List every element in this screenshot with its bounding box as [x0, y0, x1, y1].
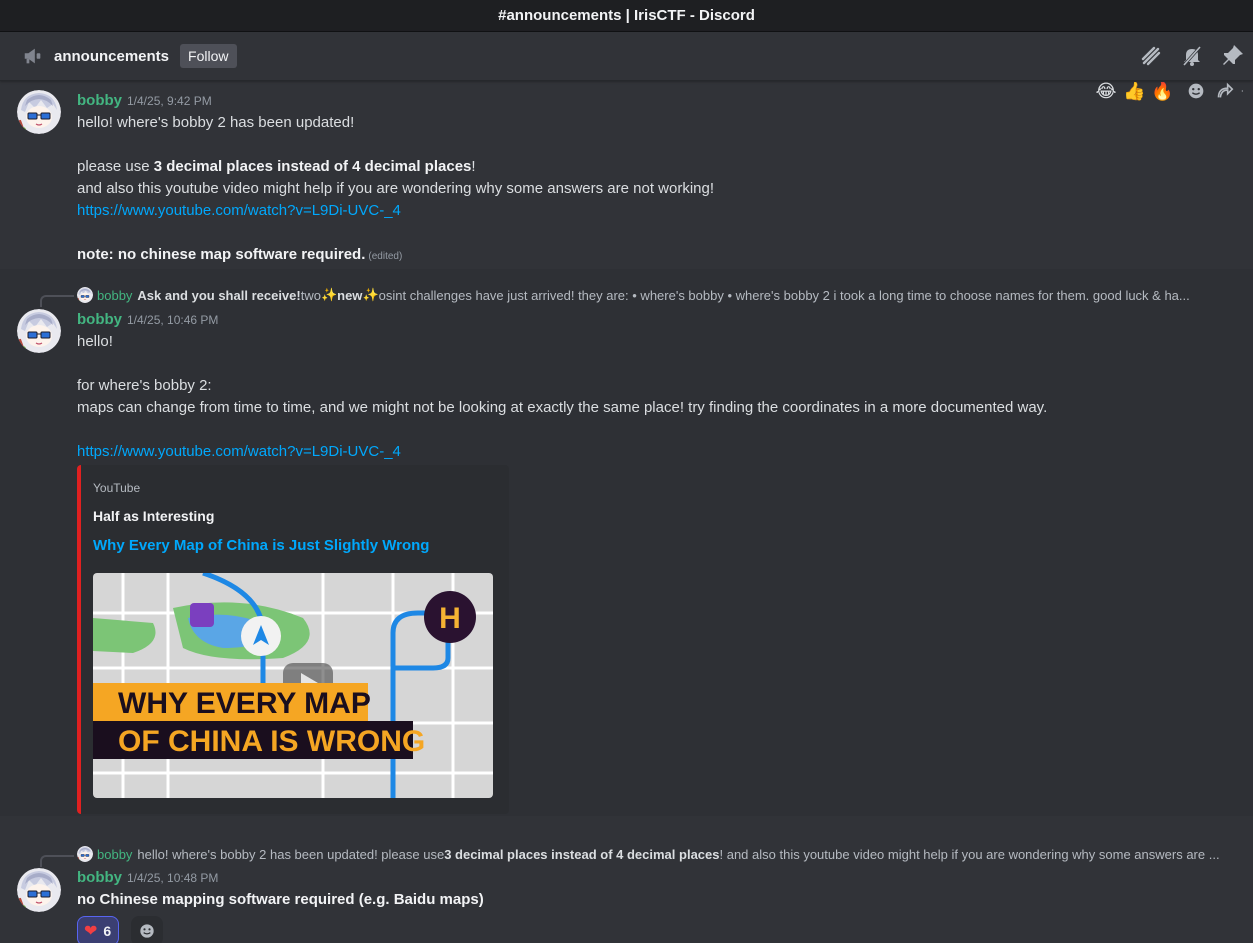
- author-name[interactable]: bobby: [77, 92, 122, 109]
- add-reaction-button[interactable]: [131, 916, 163, 943]
- author-name[interactable]: bobby: [77, 311, 122, 328]
- window-title: #announcements | IrisCTF - Discord: [498, 7, 755, 24]
- message-2: bobby Ask and you shall receive! two ✨ ne…: [0, 269, 1253, 816]
- sparkles-emoji: ✨: [320, 287, 338, 302]
- timestamp: 1/4/25, 10:46 PM: [127, 313, 219, 327]
- reply-icon[interactable]: [1213, 82, 1235, 102]
- message-text: maps can change from time to time, and w…: [77, 399, 1048, 416]
- channel-header: announcements Follow: [0, 32, 1253, 81]
- add-reaction-icon[interactable]: [1185, 82, 1207, 102]
- header-toolbar: [1139, 44, 1245, 68]
- reply-avatar: [77, 846, 93, 862]
- reply-preview[interactable]: bobby Ask and you shall receive! two ✨ ne…: [77, 287, 1237, 303]
- add-reaction-icon: [140, 924, 154, 938]
- reaction-count: 6: [103, 923, 112, 939]
- author-name[interactable]: bobby: [77, 869, 122, 886]
- message-note: note: no chinese map software required.(…: [77, 246, 403, 263]
- timestamp: 1/4/25, 10:48 PM: [127, 871, 219, 885]
- youtube-embed: YouTube Half as Interesting Why Every Ma…: [77, 465, 509, 814]
- pin-icon[interactable]: [1221, 44, 1245, 68]
- message-text: for where's bobby 2:: [77, 377, 212, 394]
- embed-title[interactable]: Why Every Map of China is Just Slightly …: [93, 537, 429, 554]
- window-titlebar: #announcements | IrisCTF - Discord: [0, 0, 1253, 32]
- video-thumbnail[interactable]: H WHY EVERY MAP OF CHINA IS WRONG: [93, 573, 493, 798]
- embed-provider[interactable]: YouTube: [93, 481, 140, 495]
- megaphone-icon: [24, 48, 41, 64]
- message-list: bobby 1/4/25, 9:42 PM hello! where's bob…: [0, 82, 1253, 943]
- reply-author: bobby: [97, 846, 133, 862]
- reply-connector: [40, 855, 74, 867]
- edited-label: (edited): [368, 251, 403, 262]
- avatar[interactable]: [17, 90, 61, 134]
- timestamp: 1/4/25, 9:42 PM: [127, 94, 212, 108]
- sparkles-emoji: ✨: [362, 287, 379, 302]
- threads-icon[interactable]: [1139, 44, 1163, 68]
- avatar[interactable]: [17, 309, 61, 353]
- fire-emoji-reaction[interactable]: 🔥: [1151, 82, 1173, 102]
- youtube-link[interactable]: https://www.youtube.com/watch?v=L9Di-UVC…: [77, 202, 401, 219]
- reply-avatar: [77, 287, 93, 303]
- svg-text:H: H: [439, 602, 461, 635]
- avatar[interactable]: [17, 868, 61, 912]
- message-text: please use 3 decimal places instead of 4…: [77, 158, 476, 175]
- youtube-link[interactable]: https://www.youtube.com/watch?v=L9Di-UVC…: [77, 443, 401, 460]
- thumbs-up-emoji-reaction[interactable]: 👍: [1123, 82, 1145, 102]
- message-3: bobby hello! where's bobby 2 has been up…: [0, 816, 1253, 943]
- message-text: no Chinese mapping software required (e.…: [77, 891, 484, 908]
- embed-author[interactable]: Half as Interesting: [93, 508, 214, 524]
- reply-preview[interactable]: bobby hello! where's bobby 2 has been up…: [77, 846, 1237, 862]
- joy-emoji-reaction[interactable]: 😂: [1095, 82, 1117, 102]
- channel-name: announcements: [54, 47, 170, 65]
- heart-reaction[interactable]: ❤ 6: [77, 916, 120, 943]
- message-1: bobby 1/4/25, 9:42 PM hello! where's bob…: [0, 82, 1253, 269]
- message-hover-toolbar: 😂 👍 🔥: [1091, 82, 1253, 104]
- message-text: and also this youtube video might help i…: [77, 180, 715, 197]
- reply-author: bobby: [97, 287, 133, 303]
- message-text: hello! where's bobby 2 has been updated!: [77, 114, 355, 131]
- thumbnail-caption-1: WHY EVERY MAP: [118, 687, 371, 720]
- follow-button[interactable]: Follow: [180, 44, 237, 68]
- thumbnail-caption-2: OF CHINA IS WRONG: [118, 725, 425, 758]
- reply-connector: [40, 295, 74, 307]
- mute-bell-icon[interactable]: [1180, 44, 1204, 68]
- more-icon[interactable]: [1241, 82, 1249, 102]
- message-text: hello!: [77, 333, 113, 350]
- heart-icon: ❤: [84, 923, 98, 940]
